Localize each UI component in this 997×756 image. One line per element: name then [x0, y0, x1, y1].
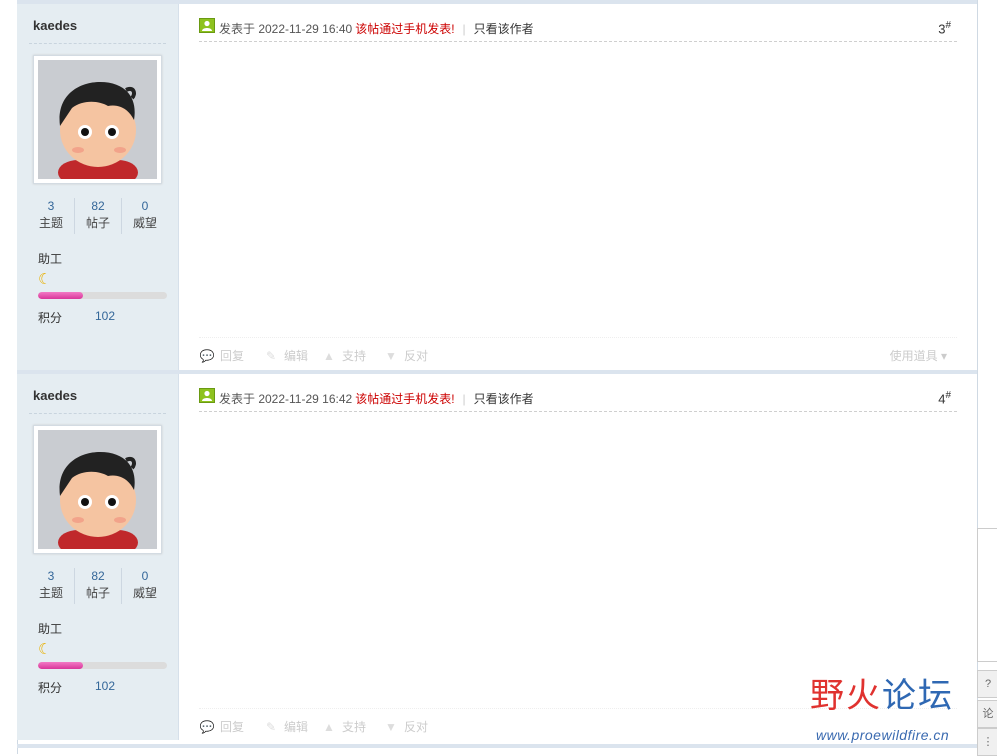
support-button[interactable]: ▲ 支持: [321, 347, 366, 364]
stat-value[interactable]: 3: [28, 568, 74, 584]
divider: [29, 43, 166, 44]
oppose-label: 反对: [404, 349, 429, 363]
view-author-only-link[interactable]: 只看该作者: [474, 392, 534, 406]
moon-icon: ☾: [38, 641, 52, 658]
credit-progress-fill: [38, 662, 84, 669]
author-stats: 3 主题 82 帖子 0 威望: [28, 568, 168, 604]
avatar[interactable]: [33, 55, 162, 184]
post-meta: 发表于 2022-11-29 16:40 该帖通过手机发表! | 只看该作者: [219, 20, 534, 37]
watermark-logo-text: 野火论坛: [810, 668, 954, 717]
credit-progress-bar: [38, 662, 167, 669]
stat-label: 主题: [38, 586, 63, 600]
online-user-icon: [199, 388, 215, 403]
credits-label: 积分: [38, 681, 63, 695]
thumb-down-icon: ▼: [385, 349, 397, 363]
reply-icon: 💬: [199, 720, 215, 734]
posted-time: 发表于 2022-11-29 16:40: [219, 22, 353, 36]
avatar-image: [38, 60, 157, 179]
user-rank: 助工: [38, 252, 63, 266]
reply-button[interactable]: 💬 回复: [199, 718, 245, 735]
stat-prestige[interactable]: 0 威望: [121, 568, 168, 604]
thumb-up-icon: ▲: [323, 349, 335, 363]
author-name[interactable]: kaedes: [33, 388, 77, 403]
reply-label: 回复: [220, 720, 245, 734]
edit-icon: ✎: [265, 349, 277, 363]
stat-value[interactable]: 0: [122, 568, 168, 584]
side-help-button[interactable]: ?: [977, 670, 997, 698]
stat-threads[interactable]: 3 主题: [28, 568, 74, 604]
stat-prestige[interactable]: 0 威望: [121, 198, 168, 234]
thumb-up-icon: ▲: [323, 720, 335, 734]
stat-value[interactable]: 82: [75, 568, 121, 584]
site-watermark-logo: 野火论坛 www.proewildfire.cn: [810, 668, 980, 748]
watermark-text-blue: 论坛: [882, 676, 954, 716]
stat-label: 威望: [132, 586, 157, 600]
stat-label: 主题: [38, 216, 63, 230]
floor-mark: #: [945, 390, 951, 401]
mobile-post-note: 该帖通过手机发表!: [355, 392, 455, 406]
author-panel: kaedes 3 主题 82 帖子 0 威望 助工 ☾ 积分 102: [17, 4, 179, 370]
post-actions: 💬 回复 ✎ 编辑 ▲ 支持 ▼ 反对 使用道具 ▾: [199, 337, 957, 368]
author-panel: kaedes 3 主题 82 帖子 0 威望 助工 ☾ 积分 102: [17, 374, 179, 740]
reply-label: 回复: [220, 349, 245, 363]
reply-button[interactable]: 💬 回复: [199, 347, 245, 364]
floor-number-link[interactable]: 3#: [938, 20, 951, 36]
author-name[interactable]: kaedes: [33, 18, 77, 33]
post-meta: 发表于 2022-11-29 16:42 该帖通过手机发表! | 只看该作者: [219, 390, 534, 407]
credit-progress-fill: [38, 292, 84, 299]
credit-progress-bar: [38, 292, 167, 299]
mobile-post-note: 该帖通过手机发表!: [355, 22, 455, 36]
support-button[interactable]: ▲ 支持: [321, 718, 366, 735]
avatar[interactable]: [33, 425, 162, 554]
divider: [29, 413, 166, 414]
post-header: 发表于 2022-11-29 16:40 该帖通过手机发表! | 只看该作者 3#: [199, 15, 957, 42]
separator: |: [462, 22, 466, 36]
floor-number-link[interactable]: 4#: [938, 390, 951, 406]
use-tools-label: 使用道具: [889, 349, 938, 363]
edit-label: 编辑: [284, 349, 309, 363]
support-label: 支持: [342, 720, 367, 734]
oppose-button[interactable]: ▼ 反对: [383, 347, 428, 364]
author-stats: 3 主题 82 帖子 0 威望: [28, 198, 168, 234]
stat-label: 帖子: [85, 216, 110, 230]
credits-label: 积分: [38, 311, 63, 325]
watermark-text-red: 野火: [810, 676, 882, 716]
support-label: 支持: [342, 349, 367, 363]
side-more-button[interactable]: ⋮: [977, 728, 997, 756]
floor-mark: #: [945, 20, 951, 31]
edit-icon: ✎: [265, 720, 277, 734]
user-rank: 助工: [38, 622, 63, 636]
credits-value: 102: [95, 309, 116, 323]
thumb-down-icon: ▼: [385, 720, 397, 734]
stat-value[interactable]: 82: [75, 198, 121, 214]
stat-posts[interactable]: 82 帖子: [74, 568, 121, 604]
stat-threads[interactable]: 3 主题: [28, 198, 74, 234]
use-tools-dropdown[interactable]: 使用道具 ▾: [890, 347, 947, 364]
reply-icon: 💬: [199, 349, 215, 363]
avatar-image: [38, 430, 157, 549]
stat-label: 威望: [132, 216, 157, 230]
chevron-down-icon: ▾: [940, 349, 947, 363]
post-content: 发表于 2022-11-29 16:40 该帖通过手机发表! | 只看该作者 3# 💬…: [179, 4, 977, 370]
watermark-url: www.proewildfire.cn: [816, 727, 950, 743]
stat-value[interactable]: 3: [28, 198, 74, 214]
stat-posts[interactable]: 82 帖子: [74, 198, 121, 234]
separator: |: [462, 392, 466, 406]
online-user-icon: [199, 18, 215, 33]
moon-icon: ☾: [38, 271, 52, 288]
credits-value: 102: [95, 679, 116, 693]
stat-value[interactable]: 0: [122, 198, 168, 214]
edit-button[interactable]: ✎ 编辑: [263, 718, 308, 735]
edit-button[interactable]: ✎ 编辑: [263, 347, 308, 364]
floating-side-panel[interactable]: [977, 528, 997, 662]
oppose-button[interactable]: ▼ 反对: [383, 718, 428, 735]
edit-label: 编辑: [284, 720, 309, 734]
post-floor-3: kaedes 3 主题 82 帖子 0 威望 助工 ☾ 积分 102 发表于 2…: [17, 0, 977, 370]
posted-time: 发表于 2022-11-29 16:42: [219, 392, 353, 406]
stat-label: 帖子: [85, 586, 110, 600]
view-author-only-link[interactable]: 只看该作者: [474, 22, 534, 36]
oppose-label: 反对: [404, 720, 429, 734]
side-forum-button[interactable]: 论: [977, 700, 997, 728]
post-header: 发表于 2022-11-29 16:42 该帖通过手机发表! | 只看该作者 4#: [199, 385, 957, 412]
